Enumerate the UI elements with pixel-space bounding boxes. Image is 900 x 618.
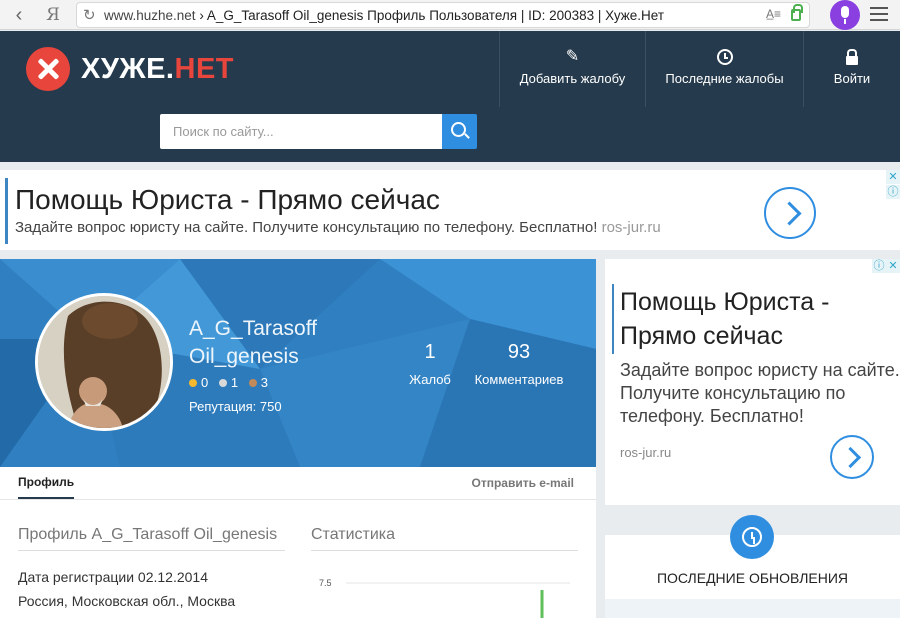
ad-banner-top[interactable]: Помощь Юриста - Прямо сейчас Задайте воп… xyxy=(0,170,900,250)
clock-icon xyxy=(716,49,733,65)
ad-arrow-button[interactable] xyxy=(764,187,816,239)
nav-latest-complaints[interactable]: Последние жалобы xyxy=(645,31,803,107)
stat-complaints[interactable]: 1 Жалоб xyxy=(400,341,460,387)
reader-mode-icon[interactable]: A̲≡ xyxy=(766,7,781,21)
username-line-1: A_G_Tarasoff xyxy=(189,317,318,340)
ad-title[interactable]: Помощь Юриста - Прямо сейчас xyxy=(15,184,440,216)
profile-content: Профиль A_G_Tarasoff Oil_genesis Статист… xyxy=(0,500,596,618)
site-header: ХУЖЕ.НЕТ ✎ Добавить жалобу Последние жал… xyxy=(0,31,900,162)
registration-date: Дата регистрации 02.12.2014 xyxy=(18,569,208,585)
section-stats-title: Статистика xyxy=(311,526,578,551)
logo-x-icon[interactable] xyxy=(26,47,70,91)
nav-login-label: Войти xyxy=(833,71,871,86)
ad-sidebar-accent-bar xyxy=(612,284,614,354)
site-logo[interactable]: ХУЖЕ.НЕТ xyxy=(81,53,234,86)
stat-comments[interactable]: 93 Комментариев xyxy=(469,341,569,387)
section-profile-title: Профиль A_G_Tarasoff Oil_genesis xyxy=(18,526,285,551)
lock-icon xyxy=(791,4,803,21)
stat-comments-label: Комментариев xyxy=(474,372,564,387)
ad-domain[interactable]: ros-jur.ru xyxy=(602,219,661,236)
latest-updates-title: ПОСЛЕДНИЕ ОБНОВЛЕНИЯ xyxy=(656,570,849,586)
reputation: Репутация: 750 xyxy=(189,399,282,414)
silver-medal-icon xyxy=(218,379,227,387)
location: Россия, Московская обл., Москва xyxy=(18,593,236,609)
medal-bronze-count: 3 xyxy=(260,375,268,390)
pen-icon: ✎ xyxy=(565,48,580,65)
logo-text-accent: НЕТ xyxy=(174,53,234,85)
back-icon[interactable]: ‹ xyxy=(8,4,30,26)
list-item[interactable] xyxy=(605,599,900,618)
latest-updates: ПОСЛЕДНИЕ ОБНОВЛЕНИЯ xyxy=(605,515,900,618)
ad-sidebar-title[interactable]: Помощь Юриста - Прямо сейчас xyxy=(620,285,890,353)
address-bar[interactable]: ↻ www.huzhe.net › A_G_Tarasoff Oil_genes… xyxy=(76,2,810,28)
ad-description-text: Задайте вопрос юристу на сайте. Получите… xyxy=(15,219,598,236)
logo-text-main: ХУЖЕ. xyxy=(81,53,175,85)
browser-toolbar: ‹ Я ↻ www.huzhe.net › A_G_Tarasoff Oil_g… xyxy=(0,0,900,30)
nav-login[interactable]: Войти xyxy=(803,31,900,107)
username-line-2: Oil_genesis xyxy=(189,345,299,368)
ad-sidebar[interactable]: Помощь Юриста - Прямо сейчас Задайте воп… xyxy=(605,259,900,505)
nav-add-complaint[interactable]: ✎ Добавить жалобу xyxy=(499,31,645,107)
clock-icon xyxy=(730,515,774,559)
stat-complaints-label: Жалоб xyxy=(409,372,451,387)
ad-info-icon[interactable]: ⓘ xyxy=(886,185,900,199)
ad-sidebar-info-icon[interactable]: ⓘ xyxy=(872,259,886,273)
menu-icon[interactable] xyxy=(870,7,888,21)
chart-y-tick-label: 7.5 xyxy=(319,578,332,588)
reload-icon[interactable]: ↻ xyxy=(83,6,96,24)
profile-tabs: Профиль Отправить e-mail xyxy=(0,467,596,500)
medal-gold: 0 xyxy=(189,375,208,390)
url-host: www.huzhe.net xyxy=(104,8,196,23)
medals: 0 1 3 xyxy=(189,375,275,390)
tab-profile[interactable]: Профиль xyxy=(18,475,75,499)
ad-sidebar-close-icon[interactable]: ✕ xyxy=(886,259,900,273)
stats-chart: 7.5 xyxy=(319,578,570,618)
stat-comments-value: 93 xyxy=(507,341,531,363)
search-button[interactable] xyxy=(442,114,477,149)
yandex-icon[interactable]: Я xyxy=(42,4,64,26)
nav-add-complaint-label: Добавить жалобу xyxy=(519,71,626,86)
tab-send-email[interactable]: Отправить e-mail xyxy=(472,476,575,490)
ad-close-icon[interactable]: ✕ xyxy=(886,170,900,184)
gold-medal-icon xyxy=(189,379,197,387)
ad-sidebar-domain[interactable]: ros-jur.ru xyxy=(620,445,671,460)
ad-sidebar-description: Задайте вопрос юристу на сайте. Получите… xyxy=(620,360,900,426)
nav-latest-complaints-label: Последние жалобы xyxy=(665,71,784,86)
ad-accent-bar xyxy=(5,178,8,244)
ad-description: Задайте вопрос юристу на сайте. Получите… xyxy=(15,219,661,236)
url-title: A_G_Tarasoff Oil_genesis Профиль Пользов… xyxy=(206,8,665,23)
profile-banner: A_G_Tarasoff Oil_genesis 0 1 3 Репутация… xyxy=(0,259,596,467)
login-lock-icon xyxy=(844,49,860,65)
medal-gold-count: 0 xyxy=(201,375,209,390)
profile-username: A_G_Tarasoff Oil_genesis xyxy=(189,315,317,371)
search-input[interactable] xyxy=(160,114,442,149)
avatar[interactable] xyxy=(35,293,173,431)
bronze-medal-icon xyxy=(248,379,257,387)
ad-sidebar-arrow-button[interactable] xyxy=(830,435,874,479)
medal-silver-count: 1 xyxy=(230,375,239,390)
url-text[interactable]: www.huzhe.net › A_G_Tarasoff Oil_genesis… xyxy=(104,8,664,23)
microphone-icon[interactable] xyxy=(830,0,860,30)
stat-complaints-value: 1 xyxy=(424,341,436,363)
avatar-image xyxy=(38,296,170,428)
medal-silver: 1 xyxy=(218,375,239,390)
medal-bronze: 3 xyxy=(248,375,268,390)
